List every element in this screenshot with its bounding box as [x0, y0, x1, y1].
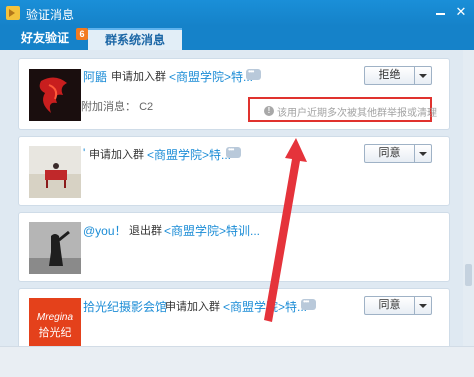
list-item: ' 申请加入群 <商盟学院>特... 同意	[18, 136, 450, 206]
agree-button[interactable]: 同意	[365, 145, 415, 162]
window-title: 验证消息	[26, 8, 75, 22]
chevron-down-icon[interactable]	[415, 297, 431, 314]
warning-text: 该用户近期多次被其他群举报或清理	[277, 108, 437, 119]
chevron-down-icon[interactable]	[415, 67, 431, 84]
unread-badge: 6	[76, 28, 88, 40]
chat-icon[interactable]	[246, 67, 261, 80]
minimize-button[interactable]	[431, 4, 449, 20]
avatar[interactable]	[29, 146, 81, 198]
list-item: Mregina 拾光纪 拾光纪摄影会馆 申请加入群 <商盟学院>特... 同意	[18, 288, 450, 346]
tab-bar: 好友验证 6 群系统消息	[0, 26, 474, 50]
chat-icon[interactable]	[301, 297, 316, 310]
speaker-icon	[6, 6, 20, 20]
agree-button-group: 同意	[364, 296, 432, 315]
tab-friend-verification[interactable]: 好友验证 6	[8, 28, 88, 50]
reject-button-group: 拒绝	[364, 66, 432, 85]
group-link[interactable]: <商盟学院>特...	[147, 146, 231, 163]
avatar-logo-text-bottom: 拾光纪	[39, 325, 72, 339]
tab-label: 群系统消息	[104, 33, 165, 47]
agree-button-group: 同意	[364, 144, 432, 163]
tab-label: 好友验证	[20, 31, 69, 45]
warning-notice: ! 该用户近期多次被其他群举报或清理	[248, 97, 437, 122]
group-link[interactable]: <商盟学院>特...	[223, 298, 307, 315]
agree-button[interactable]: 同意	[365, 297, 415, 314]
action-text: 申请加入群	[89, 149, 144, 161]
avatar[interactable]: Mregina 拾光纪	[29, 298, 81, 346]
scrollbar-thumb[interactable]	[465, 264, 472, 286]
action-text: 申请加入群	[111, 71, 166, 83]
user-name[interactable]: '	[83, 146, 85, 160]
user-name[interactable]: 阿鼯	[83, 68, 107, 85]
reject-button[interactable]: 拒绝	[365, 67, 415, 84]
message-list: 阿鼯 申请加入群 <商盟学院>特... 拒绝 附加消息： C2 ' 申请加入群 …	[0, 50, 474, 346]
action-text: 退出群	[129, 225, 162, 237]
extra-label: 附加消息：	[81, 101, 136, 113]
list-item: @you！ 退出群 <商盟学院>特训...	[18, 212, 450, 282]
scrollbar[interactable]	[463, 50, 474, 346]
extra-message: 附加消息： C2	[81, 98, 153, 114]
info-icon: !	[264, 106, 274, 116]
action-text: 申请加入群	[165, 301, 220, 313]
user-name[interactable]: @you！	[83, 222, 127, 239]
title-bar: 验证消息 ✕	[0, 0, 474, 26]
tab-group-system-messages[interactable]: 群系统消息	[88, 28, 182, 50]
user-name[interactable]: 拾光纪摄影会馆	[83, 298, 167, 315]
avatar[interactable]	[29, 222, 81, 274]
group-link[interactable]: <商盟学院>特训...	[164, 222, 260, 239]
footer	[0, 346, 474, 377]
group-link[interactable]: <商盟学院>特...	[169, 68, 253, 85]
chevron-down-icon[interactable]	[415, 145, 431, 162]
avatar-logo-text-top: Mregina	[37, 312, 74, 323]
chat-icon[interactable]	[226, 145, 241, 158]
extra-value: C2	[139, 101, 154, 113]
avatar[interactable]	[29, 69, 81, 121]
close-button[interactable]: ✕	[452, 4, 470, 20]
